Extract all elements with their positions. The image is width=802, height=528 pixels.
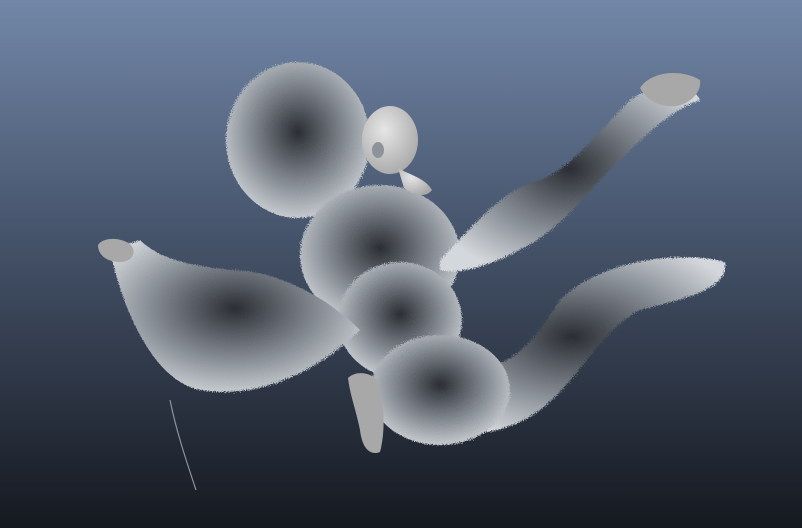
fur-figure-render bbox=[98, 62, 726, 491]
figure-head bbox=[362, 106, 432, 196]
fur-hip bbox=[370, 335, 510, 445]
stray-hair-strand bbox=[169, 399, 197, 491]
3d-viewport[interactable] bbox=[0, 0, 802, 528]
fur-right-arm bbox=[440, 85, 700, 272]
fur-body bbox=[110, 62, 726, 445]
